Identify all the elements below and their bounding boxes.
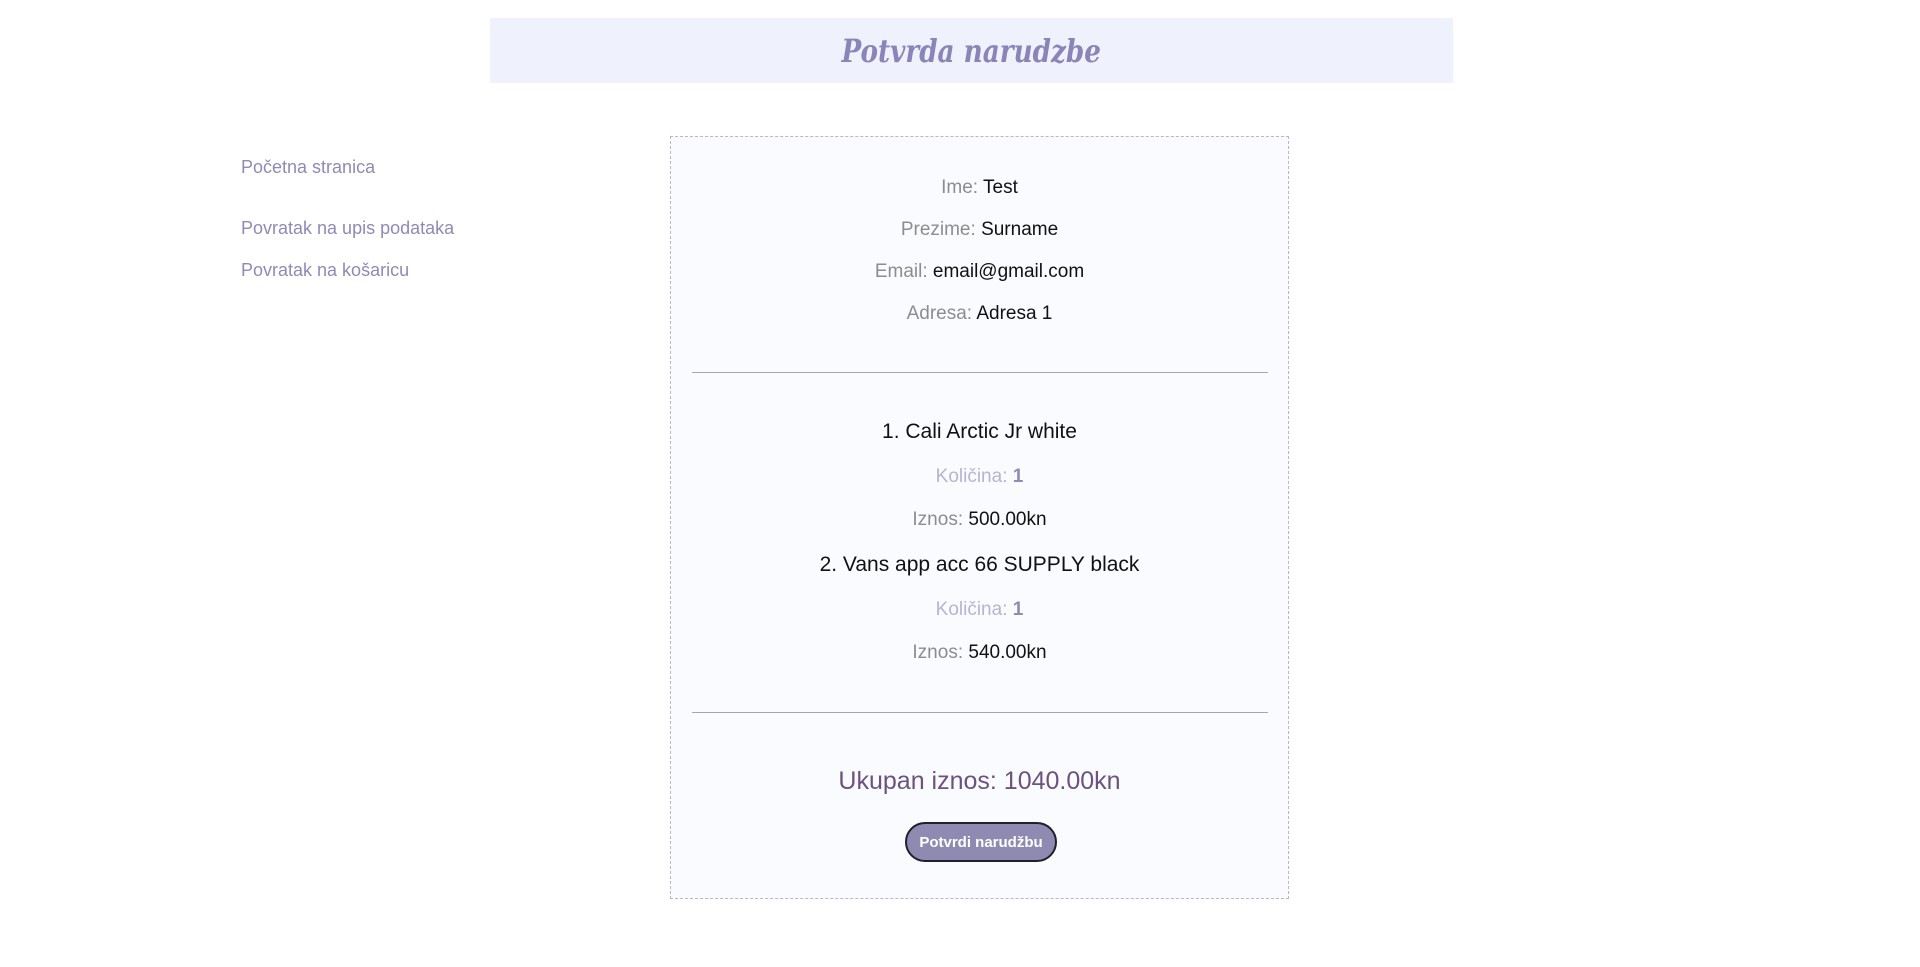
order-item-quantity-label: Količina: (935, 599, 1008, 620)
order-item-name: 1. Cali Arctic Jr white (882, 420, 1077, 443)
order-item-name: 2. Vans app acc 66 SUPPLY black (819, 553, 1140, 576)
order-item-quantity-value: 1 (1012, 599, 1024, 620)
customer-name-row: Ime: Test (671, 177, 1288, 199)
order-item-quantity-label: Količina: (935, 466, 1008, 487)
customer-surname-row: Prezime: Surname (671, 219, 1288, 241)
order-item-quantity-value: 1 (1012, 466, 1024, 487)
page-header: Potvrda narudzbe (490, 18, 1453, 83)
order-item-amount-value: 540.00kn (968, 642, 1047, 663)
sidebar-item-home[interactable]: Početna stranica (241, 156, 375, 178)
customer-surname-label: Prezime: (900, 219, 976, 240)
order-item-amount-row: Iznos: 500.00kn (671, 509, 1288, 531)
customer-name-value: Test (983, 177, 1018, 198)
sidebar-item-back-to-details[interactable]: Povratak na upis podataka (241, 217, 454, 239)
order-confirmation-page: Potvrda narudzbe Početna stranica Povrat… (0, 0, 1920, 967)
order-item-quantity-row: Količina: 1 (671, 599, 1288, 621)
order-item-amount-value: 500.00kn (968, 509, 1047, 530)
customer-email-row: Email: email@gmail.com (671, 261, 1288, 283)
order-item-amount-row: Iznos: 540.00kn (671, 642, 1288, 664)
divider (692, 372, 1268, 373)
order-item-amount-label: Iznos: (912, 509, 964, 530)
customer-email-value: email@gmail.com (932, 261, 1085, 282)
order-summary-card: Ime: Test Prezime: Surname Email: email@… (670, 136, 1289, 899)
sidebar-item-back-to-cart[interactable]: Povratak na košaricu (241, 259, 409, 281)
confirm-order-button[interactable]: Potvrdi narudžbu (905, 822, 1057, 862)
customer-address-value: Adresa 1 (976, 303, 1053, 324)
customer-email-label: Email: (874, 261, 928, 282)
customer-name-label: Ime: (941, 177, 979, 198)
order-total: Ukupan iznos: 1040.00kn (838, 767, 1121, 795)
divider (692, 712, 1268, 713)
page-title: Potvrda narudzbe (841, 31, 1102, 70)
order-item-quantity-row: Količina: 1 (671, 466, 1288, 488)
customer-surname-value: Surname (981, 219, 1059, 240)
customer-address-row: Adresa: Adresa 1 (671, 303, 1288, 325)
customer-address-label: Adresa: (906, 303, 973, 324)
order-item-amount-label: Iznos: (912, 642, 964, 663)
